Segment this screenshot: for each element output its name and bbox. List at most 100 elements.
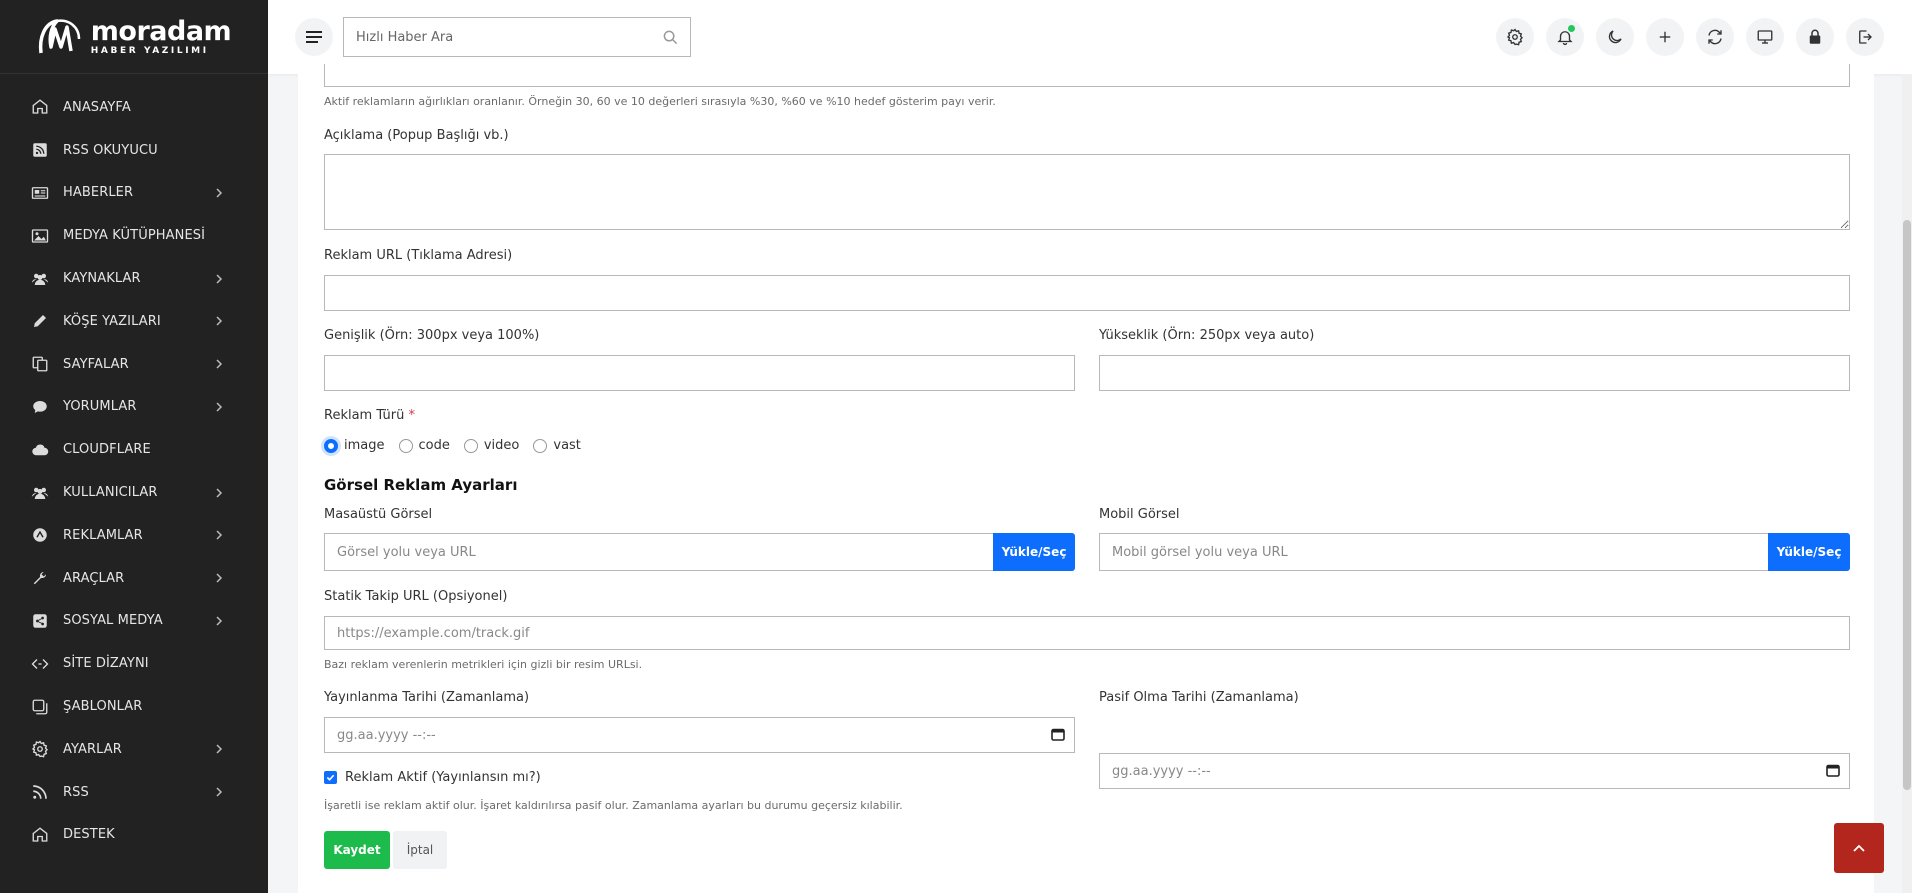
sidebar-item-12[interactable]: SOSYAL MEDYA [0, 600, 268, 643]
ad-url-input[interactable] [324, 275, 1850, 311]
notifications-button[interactable] [1546, 18, 1584, 56]
sidebar-item-7[interactable]: YORUMLAR [0, 386, 268, 429]
home-icon [30, 97, 50, 117]
mobile-image-label: Mobil Görsel [1099, 507, 1180, 522]
sidebar-item-4[interactable]: KAYNAKLAR [0, 257, 268, 300]
radio-button[interactable] [463, 438, 478, 453]
calendar-icon[interactable] [1051, 727, 1065, 741]
calendar-icon[interactable] [1826, 763, 1840, 777]
page-scrollbar[interactable] [1902, 74, 1912, 893]
mobile-upload-button[interactable]: Yükle/Seç [1768, 533, 1850, 571]
back-to-top-button[interactable] [1834, 823, 1884, 873]
sidebar-item-9[interactable]: KULLANICILAR [0, 471, 268, 514]
rss-icon [30, 782, 50, 802]
chevron-right-icon [216, 744, 223, 754]
ad-type-option-2[interactable]: video [463, 438, 520, 453]
image-settings-title: Görsel Reklam Ayarları [324, 476, 518, 494]
dark-mode-button[interactable] [1596, 18, 1634, 56]
ad-icon [30, 525, 50, 545]
add-button[interactable] [1646, 18, 1684, 56]
brand-logo[interactable]: moradam HABER YAZILIMI [0, 0, 268, 74]
sidebar-item-3[interactable]: MEDYA KÜTÜPHANESİ [0, 214, 268, 257]
radio-label: code [418, 438, 450, 453]
lock-button[interactable] [1796, 18, 1834, 56]
ad-form-card: Aktif reklamların ağırlıkları oranlanır.… [298, 64, 1874, 893]
chevron-right-icon [216, 359, 223, 369]
topbar [268, 0, 1912, 74]
description-label: Açıklama (Popup Başlığı vb.) [324, 128, 509, 143]
sidebar-item-label: KÖŞE YAZILARI [63, 313, 161, 329]
desktop-image-input[interactable] [324, 533, 993, 571]
chevron-right-icon [216, 616, 223, 626]
form-actions: Kaydet İptal [324, 831, 447, 869]
gear-icon [1506, 28, 1523, 46]
template-icon [30, 697, 50, 717]
sidebar-item-8[interactable]: CLOUDFLARE [0, 428, 268, 471]
scrollbar-thumb[interactable] [1903, 220, 1911, 790]
settings-button[interactable] [1496, 18, 1534, 56]
weight-help-text: Aktif reklamların ağırlıkları oranlanır.… [324, 95, 996, 108]
rss-square-icon [30, 140, 50, 160]
topbar-actions [1496, 18, 1884, 56]
ad-type-option-0[interactable]: image [324, 438, 385, 453]
height-input[interactable] [1099, 355, 1850, 391]
description-textarea[interactable] [324, 154, 1850, 230]
active-checkbox[interactable] [324, 771, 337, 784]
desktop-image-group: Yükle/Seç [324, 533, 1075, 571]
monitor-icon [1757, 30, 1773, 44]
chevron-right-icon [216, 274, 223, 284]
menu-toggle-button[interactable] [295, 18, 333, 56]
sidebar-item-1[interactable]: RSS OKUYUCU [0, 129, 268, 172]
ad-type-option-1[interactable]: code [398, 438, 450, 453]
expire-date-label: Pasif Olma Tarihi (Zamanlama) [1099, 690, 1299, 705]
radio-button[interactable] [533, 438, 548, 453]
width-input[interactable] [324, 355, 1075, 391]
sidebar-item-label: HABERLER [63, 185, 134, 201]
mobile-image-input[interactable] [1099, 533, 1768, 571]
sidebar-item-6[interactable]: SAYFALAR [0, 343, 268, 386]
chevron-right-icon [216, 188, 223, 198]
active-checkbox-row[interactable]: Reklam Aktif (Yayınlansın mı?) [324, 770, 541, 785]
copy-icon [30, 354, 50, 374]
refresh-button[interactable] [1696, 18, 1734, 56]
ad-url-label: Reklam URL (Tıklama Adresi) [324, 248, 513, 263]
cancel-button[interactable]: İptal [393, 831, 447, 869]
sidebar-item-15[interactable]: AYARLAR [0, 728, 268, 771]
active-help-text: İşaretli ise reklam aktif olur. İşaret k… [324, 799, 903, 812]
sidebar-item-14[interactable]: ŞABLONLAR [0, 685, 268, 728]
view-site-button[interactable] [1746, 18, 1784, 56]
brand-name: moradam [90, 15, 232, 47]
search-box [343, 17, 691, 57]
save-button[interactable]: Kaydet [324, 831, 390, 869]
sidebar-item-label: YORUMLAR [63, 399, 137, 415]
desktop-upload-button[interactable]: Yükle/Seç [993, 533, 1075, 571]
sidebar-item-11[interactable]: ARAÇLAR [0, 557, 268, 600]
code-icon [30, 654, 50, 674]
search-icon[interactable] [663, 30, 678, 45]
sidebar-item-label: KULLANICILAR [63, 485, 158, 501]
hamburger-icon [306, 31, 322, 43]
sidebar-item-16[interactable]: RSS [0, 771, 268, 814]
ad-type-option-3[interactable]: vast [533, 438, 581, 453]
comment-icon [30, 397, 50, 417]
publish-date-field [324, 717, 1075, 753]
publish-date-input[interactable] [324, 717, 1075, 753]
tracking-url-input[interactable] [324, 616, 1850, 650]
refresh-icon [1708, 29, 1722, 45]
sidebar-item-label: RSS OKUYUCU [63, 142, 158, 158]
expire-date-input[interactable] [1099, 753, 1850, 789]
brand-subtitle: HABER YAZILIMI [90, 45, 209, 56]
radio-label: video [483, 438, 520, 453]
search-input[interactable] [356, 29, 663, 45]
required-mark: * [408, 408, 415, 423]
weight-input[interactable] [324, 64, 1850, 87]
radio-button[interactable] [398, 438, 413, 453]
sidebar-item-17[interactable]: DESTEK [0, 814, 268, 857]
sidebar-item-13[interactable]: SİTE DİZAYNI [0, 642, 268, 685]
sidebar-item-0[interactable]: ANASAYFA [0, 86, 268, 129]
radio-button[interactable] [324, 438, 338, 453]
sidebar-item-5[interactable]: KÖŞE YAZILARI [0, 300, 268, 343]
sidebar-item-10[interactable]: REKLAMLAR [0, 514, 268, 557]
logout-button[interactable] [1846, 18, 1884, 56]
sidebar-item-2[interactable]: HABERLER [0, 172, 268, 215]
